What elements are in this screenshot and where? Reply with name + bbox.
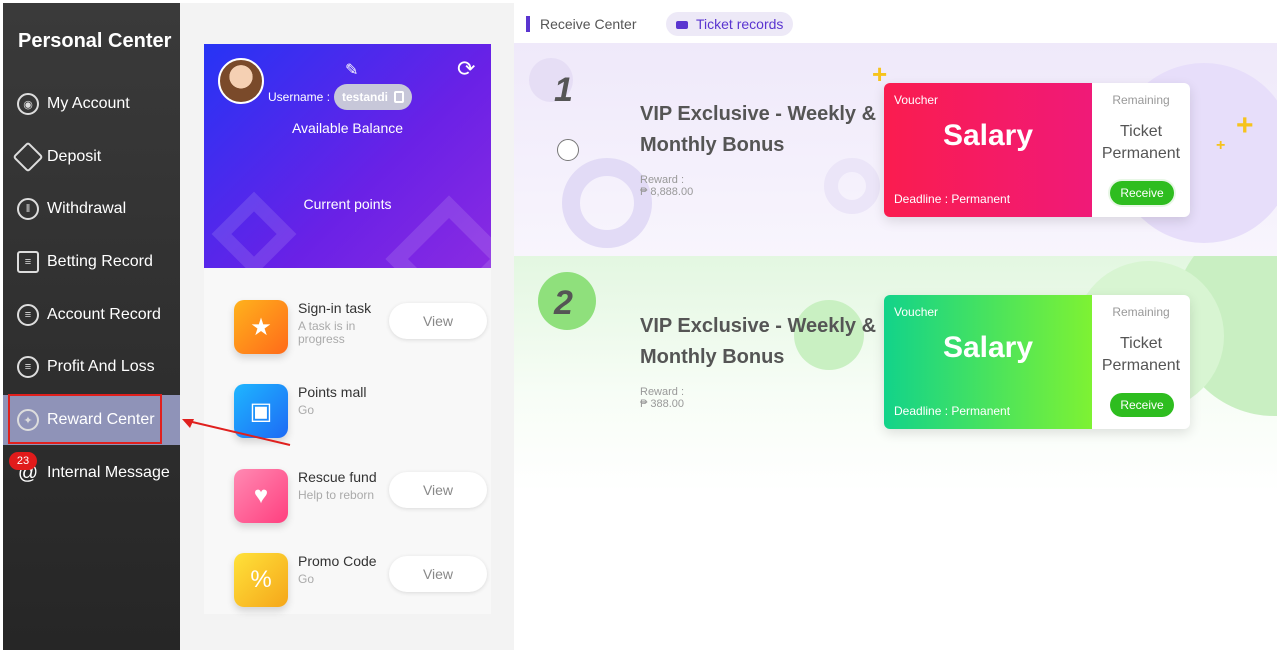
task-title: Points mall xyxy=(298,384,367,400)
voucher-card: Voucher Salary Deadline : Permanent Rema… xyxy=(884,295,1190,429)
sparkle-icon: + xyxy=(1236,109,1254,142)
task-sign-in: ★ Sign-in task A task is in progress Vie… xyxy=(204,286,491,366)
task-subtitle: Help to reborn xyxy=(298,488,375,502)
refresh-icon[interactable]: ⟳ xyxy=(457,56,475,82)
task-subtitle: Go xyxy=(298,572,315,586)
sidebar-item-label: Profit And Loss xyxy=(47,358,155,375)
task-title: Promo Code xyxy=(298,553,377,569)
rescue-fund-view-button[interactable]: View xyxy=(389,472,487,508)
voucher-title: Salary xyxy=(942,331,1034,364)
deposit-icon xyxy=(12,141,44,173)
sidebar-item-label: Betting Record xyxy=(47,253,153,270)
reward-title: VIP Exclusive - Weekly & Monthly Bonus xyxy=(640,103,877,156)
task-subtitle: Go xyxy=(298,403,315,417)
reward-panel-1: + + + 1 VIP Exclusive - Weekly & Monthly… xyxy=(514,43,1277,256)
voucher-label: Voucher xyxy=(894,93,939,107)
decorative-bubble xyxy=(824,158,880,214)
username-value: testandi xyxy=(342,90,389,104)
sparkle-icon: + xyxy=(1216,137,1226,154)
avatar[interactable] xyxy=(218,58,264,104)
voucher-deadline: Deadline : Permanent xyxy=(894,192,1011,206)
reward-value: ₱ 388.00 xyxy=(640,398,685,410)
sidebar-item-label: Reward Center xyxy=(47,411,155,428)
sidebar-item-withdrawal[interactable]: ‖ Withdrawal xyxy=(3,184,180,234)
tabs-bar: Receive Center Ticket records xyxy=(514,3,1277,43)
ticket-permanent-text: Ticket Permanent xyxy=(1101,123,1181,162)
sidebar-item-label: My Account xyxy=(47,95,130,112)
shopping-bag-icon: ▣ xyxy=(234,384,288,438)
ticket-permanent-text: Ticket Permanent xyxy=(1101,335,1181,374)
reward-title: VIP Exclusive - Weekly & Monthly Bonus xyxy=(640,315,877,368)
reward-rank: 2 xyxy=(554,284,573,322)
sidebar-item-my-account[interactable]: ◉ My Account xyxy=(3,79,180,129)
account-icon: ◉ xyxy=(17,93,39,115)
sign-in-view-button[interactable]: View xyxy=(389,303,487,339)
sidebar-item-reward-center[interactable]: ✦ Reward Center xyxy=(3,395,180,445)
available-balance-label: Available Balance xyxy=(291,120,404,136)
username-label: Username : xyxy=(268,90,331,104)
message-count-badge: 23 xyxy=(9,452,37,470)
reward-center-icon: ✦ xyxy=(17,409,39,431)
account-record-icon: ≡ xyxy=(17,304,39,326)
decorative-bubble xyxy=(562,158,652,248)
sidebar-item-label: Internal Message xyxy=(47,464,170,481)
reward-label: Reward : xyxy=(640,174,685,186)
remaining-label: Remaining xyxy=(1112,305,1170,319)
betting-record-icon: ≡ xyxy=(17,251,39,273)
reward-value: ₱ 8,888.00 xyxy=(640,186,694,198)
voucher-label: Voucher xyxy=(894,305,939,319)
sidebar: Personal Center ◉ My Account Deposit ‖ W… xyxy=(3,3,180,650)
promo-code-view-button[interactable]: View xyxy=(389,556,487,592)
sidebar-item-label: Account Record xyxy=(47,306,161,323)
percent-coupon-icon: % xyxy=(234,553,288,607)
voucher-card: Voucher Salary Deadline : Permanent Rema… xyxy=(884,83,1190,217)
remaining-label: Remaining xyxy=(1112,93,1170,107)
tab-label: Ticket records xyxy=(696,16,784,32)
task-title: Rescue fund xyxy=(298,469,377,485)
sidebar-item-profit-and-loss[interactable]: ≡ Profit And Loss xyxy=(3,342,180,392)
task-title: Sign-in task xyxy=(298,300,372,316)
calendar-star-icon: ★ xyxy=(234,300,288,354)
sidebar-item-betting-record[interactable]: ≡ Betting Record xyxy=(3,237,180,287)
ticket-icon xyxy=(676,21,688,30)
reward-rank: 1 xyxy=(554,71,573,109)
sidebar-item-label: Deposit xyxy=(47,148,102,165)
username-pill: testandi xyxy=(334,84,412,110)
sidebar-title: Personal Center xyxy=(18,30,172,52)
tab-receive-center[interactable]: Receive Center xyxy=(526,16,637,32)
edit-icon[interactable]: ✎ xyxy=(345,60,358,80)
copy-icon[interactable] xyxy=(394,91,404,103)
tasks-card: ★ Sign-in task A task is in progress Vie… xyxy=(204,268,491,614)
sidebar-item-label: Withdrawal xyxy=(47,200,127,217)
reward-label: Reward : xyxy=(640,386,685,398)
task-points-mall[interactable]: ▣ Points mall Go xyxy=(204,370,491,450)
tab-ticket-records[interactable]: Ticket records xyxy=(666,12,794,36)
task-rescue-fund: ♥ Rescue fund Help to reborn View xyxy=(204,455,491,535)
sidebar-item-deposit[interactable]: Deposit xyxy=(3,132,180,182)
task-subtitle: A task is in progress xyxy=(298,319,356,346)
task-promo-code: % Promo Code Go View xyxy=(204,539,491,619)
reward-panel-2: 2 VIP Exclusive - Weekly & Monthly Bonus… xyxy=(514,256,1277,650)
receive-button[interactable]: Receive xyxy=(1110,181,1174,205)
sidebar-item-account-record[interactable]: ≡ Account Record xyxy=(3,290,180,340)
withdrawal-icon: ‖ xyxy=(17,198,39,220)
profile-card: ✎ ⟳ Username : testandi Available Balanc… xyxy=(204,44,491,268)
voucher-deadline: Deadline : Permanent xyxy=(894,404,1011,418)
receive-button[interactable]: Receive xyxy=(1110,393,1174,417)
voucher-title: Salary xyxy=(942,119,1034,152)
money-bag-icon: ♥ xyxy=(234,469,288,523)
profit-loss-icon: ≡ xyxy=(17,356,39,378)
select-radio[interactable] xyxy=(557,139,579,161)
current-points-label: Current points xyxy=(303,196,392,212)
